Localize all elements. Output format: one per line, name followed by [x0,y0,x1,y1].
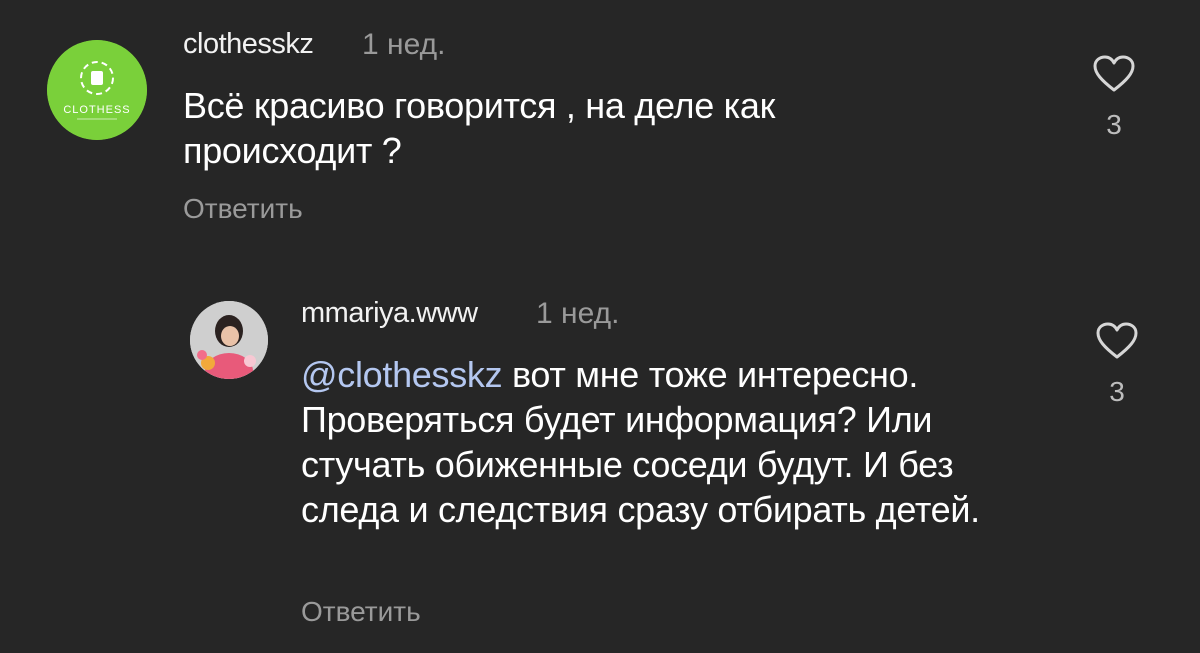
reply-button[interactable]: Ответить [301,596,421,628]
mention-link[interactable]: @clothesskz [301,354,503,395]
comment-username[interactable]: clothesskz [183,28,314,61]
avatar[interactable] [190,301,268,379]
comment-item: mmariya.www 1 нед. @clothesskz вот мне т… [0,270,1200,653]
like-button[interactable]: 3 [1090,55,1138,141]
comment-time: 1 нед. [362,28,446,61]
comment-item: CLOTHESS clothesskz 1 нед. Всё красиво г… [0,0,1200,260]
svg-text:CLOTHESS: CLOTHESS [63,104,130,116]
comment-time: 1 нед. [536,297,620,330]
like-count: 3 [1106,109,1122,140]
avatar[interactable]: CLOTHESS [47,40,147,140]
reply-button[interactable]: Ответить [183,193,303,225]
brand-logo-icon: CLOTHESS [47,40,147,140]
comment-text: @clothesskz вот мне тоже интересно. Пров… [301,352,1031,532]
comment-text: Всё красиво говорится , на деле как прои… [183,85,776,171]
user-photo [190,301,268,379]
heart-outline-icon [1093,55,1135,92]
comment-username[interactable]: mmariya.www [301,297,478,330]
like-button[interactable]: 3 [1093,322,1141,408]
like-count: 3 [1109,376,1125,407]
heart-outline-icon [1096,322,1138,359]
